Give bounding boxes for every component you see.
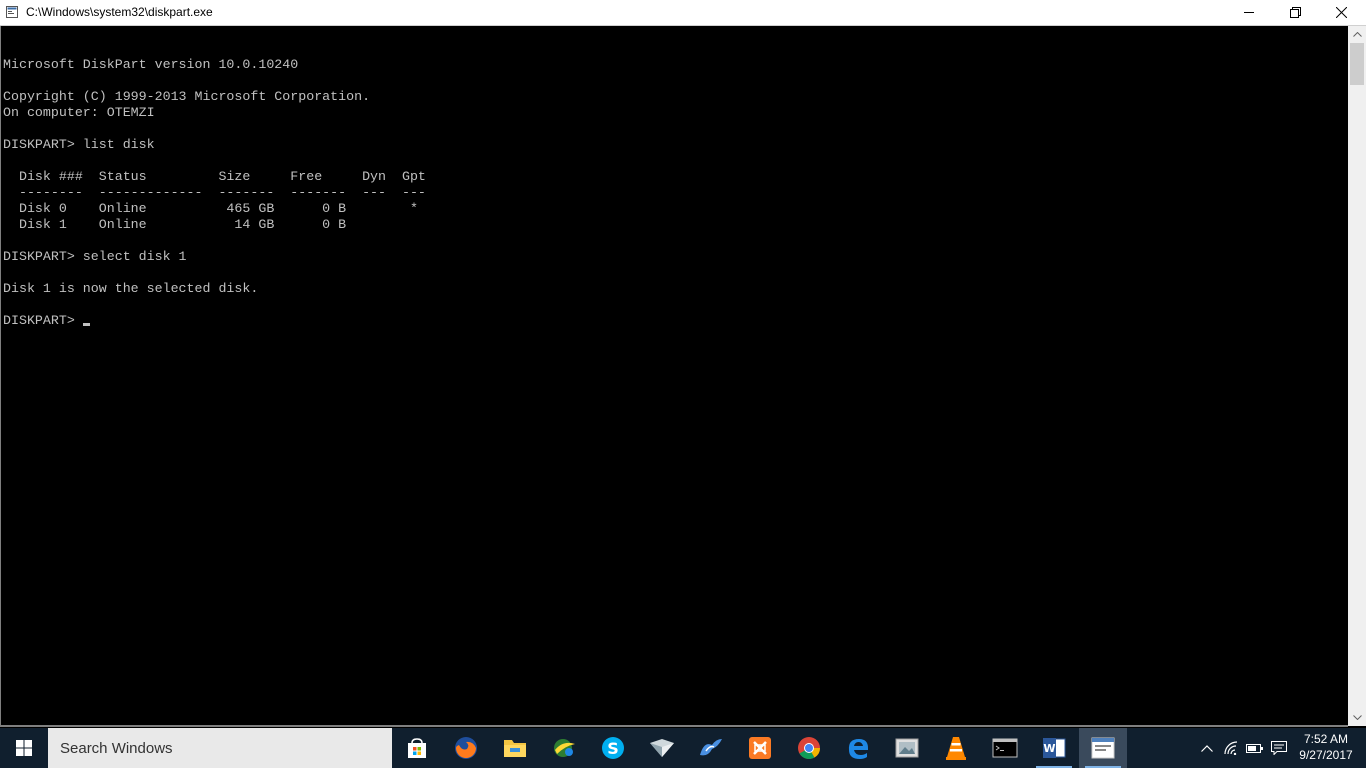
book-app-button[interactable] [638,728,686,768]
console-line: Disk 1 Online 14 GB 0 B [18,217,347,232]
kaspersky-button[interactable] [540,728,588,768]
console-line: DISKPART> list disk [3,137,155,152]
vlc-icon [946,737,966,760]
search-box[interactable]: Search Windows [48,728,392,768]
edge-button[interactable] [834,728,882,768]
action-center-button[interactable] [1268,728,1290,768]
window-title: C:\Windows\system32\diskpart.exe [26,5,213,19]
word-button[interactable]: W [1030,728,1078,768]
console-line: Microsoft DiskPart version 10.0.10240 [3,57,299,72]
diskpart-taskbar-button[interactable] [1079,728,1127,768]
windows-logo-icon [16,740,32,756]
restore-button[interactable] [1272,0,1318,25]
network-button[interactable] [1220,728,1242,768]
scroll-thumb[interactable] [1350,43,1364,85]
clock-time: 7:52 AM [1303,732,1349,746]
vertical-scrollbar[interactable] [1348,26,1366,726]
svg-text:S: S [607,739,619,758]
skype-button[interactable]: S [589,728,637,768]
chevron-up-icon [1352,32,1362,37]
book-icon [650,739,674,757]
console-line: Disk 0 Online 465 GB 0 B * [18,201,418,216]
console-text: Microsoft DiskPart version 10.0.10240 Co… [3,41,426,329]
file-explorer-icon [504,740,526,757]
photo-viewer-button[interactable] [883,728,931,768]
restore-icon [1289,7,1301,18]
close-icon [1335,7,1347,18]
notification-icon [1271,741,1287,755]
console-prompt: DISKPART> [3,313,83,328]
console-line: -------- ------------- ------- ------- -… [18,185,426,200]
start-button[interactable] [0,728,48,768]
scroll-up-button[interactable] [1348,26,1366,43]
battery-button[interactable] [1244,728,1266,768]
chrome-button[interactable] [785,728,833,768]
console-lines: Microsoft DiskPart version 10.0.10240 Co… [3,57,426,296]
wifi-icon [1224,741,1238,755]
text-cursor [82,323,90,326]
word-icon: W [1043,738,1066,758]
console-line: On computer: OTEMZI [3,105,155,120]
chevron-up-icon [1201,744,1213,752]
firefox-icon [455,737,477,759]
file-explorer-button[interactable] [491,728,539,768]
console-line: DISKPART> select disk 1 [3,249,187,264]
minimize-button[interactable] [1226,0,1272,25]
taskbar: Search Windows S W 7:52 AM 9/27/2017 [0,728,1366,768]
store-icon [408,738,426,758]
clock-date: 9/27/2017 [1299,748,1353,762]
scroll-down-button[interactable] [1348,709,1366,726]
console-line: Disk 1 is now the selected disk. [3,281,259,296]
console-app-icon [6,6,18,18]
console-line: Copyright (C) 1999-2013 Microsoft Corpor… [3,89,371,104]
xampp-button[interactable] [736,728,784,768]
edge-icon [848,739,868,759]
console-line: Disk ### Status Size Free Dyn Gpt [18,169,426,184]
search-placeholder: Search Windows [60,740,173,757]
kaspersky-icon [554,739,575,757]
close-button[interactable] [1318,0,1364,25]
console-output-area[interactable]: Microsoft DiskPart version 10.0.10240 Co… [0,26,1349,726]
firefox-button[interactable] [442,728,490,768]
battery-icon [1246,744,1263,753]
chrome-icon [798,737,820,759]
chevron-down-icon [1352,715,1362,720]
bird-icon [700,739,722,756]
store-button[interactable] [393,728,441,768]
diskpart-window-icon [1091,737,1115,759]
photo-viewer-icon [895,738,919,758]
taskbar-clock[interactable]: 7:52 AM 9/27/2017 [1294,731,1358,763]
minimize-icon [1243,12,1254,13]
window-titlebar[interactable]: C:\Windows\system32\diskpart.exe [0,0,1366,26]
svg-text:W: W [1043,742,1055,755]
cmd-icon [992,738,1018,758]
xampp-icon [749,737,771,759]
vlc-button[interactable] [932,728,980,768]
window-bottom-border [0,725,1348,727]
skype-icon: S [602,737,624,759]
show-hidden-icons-button[interactable] [1196,728,1218,768]
bird-app-button[interactable] [687,728,735,768]
cmd-button[interactable] [981,728,1029,768]
